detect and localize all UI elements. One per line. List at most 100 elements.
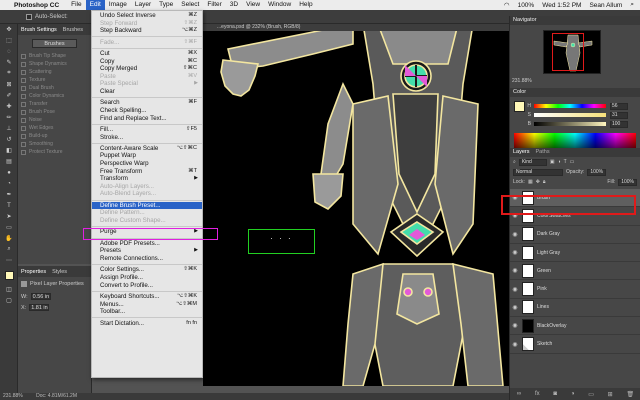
menu-item-stroke[interactable]: Stroke...	[92, 134, 202, 142]
slider-track[interactable]	[534, 122, 606, 126]
menu-item-free-transform[interactable]: Free Transform ⌘T	[92, 168, 202, 176]
slider-track[interactable]	[534, 104, 606, 108]
layer-thumbnail[interactable]	[522, 318, 534, 333]
add-mask-icon[interactable]: ◙	[553, 391, 557, 397]
menu-item-cut[interactable]: Cut ⌘X	[92, 50, 202, 58]
brush-option-smoothing[interactable]: Smoothing	[18, 140, 91, 148]
menu-item-transform[interactable]: Transform ▶	[92, 175, 202, 183]
edit-toolbar-icon[interactable]: ⋯	[0, 255, 18, 266]
tab-paths[interactable]: Paths	[536, 148, 550, 157]
brush-option-checkbox[interactable]	[21, 85, 26, 91]
visibility-eye-icon[interactable]: ◉	[510, 286, 520, 293]
app-menu[interactable]: Photoshop CC	[14, 2, 59, 9]
lasso-tool-icon[interactable]: ◌	[0, 46, 18, 57]
shape-tool-icon[interactable]: ▭	[0, 222, 18, 233]
tab-layers[interactable]: Layers	[513, 148, 530, 157]
brush-option-shape-dynamics[interactable]: Shape Dynamics	[18, 60, 91, 68]
visibility-eye-icon[interactable]: ◉	[510, 249, 520, 256]
brush-option-protect-texture[interactable]: Protect Texture	[18, 148, 91, 156]
menu-item-content-aware-scale[interactable]: Content-Aware Scale ⌥⇧⌘C	[92, 145, 202, 153]
layer-row-lines[interactable]: ◉ Lines	[510, 299, 640, 318]
menu-item-fade[interactable]: Fade... ⇧⌘F	[92, 39, 202, 47]
visibility-eye-icon[interactable]: ◉	[510, 304, 520, 311]
blur-tool-icon[interactable]: ●	[0, 167, 18, 178]
layer-thumbnail[interactable]	[522, 263, 534, 278]
slider-value-field[interactable]: 56	[610, 102, 628, 110]
layer-row-green[interactable]: ◉ Green	[510, 262, 640, 281]
brush-option-color-dynamics[interactable]: Color Dynamics	[18, 92, 91, 100]
brush-option-checkbox[interactable]	[21, 109, 26, 115]
layer-name[interactable]: Dark Gray	[537, 231, 560, 237]
menu-item-define-pattern[interactable]: Define Pattern...	[92, 209, 202, 217]
visibility-eye-icon[interactable]: ◉	[510, 231, 520, 238]
menu-layer[interactable]: Layer	[131, 0, 155, 10]
clone-stamp-tool-icon[interactable]: ⊥	[0, 123, 18, 134]
menu-edit[interactable]: Edit	[85, 0, 105, 10]
filter-pixel-icon[interactable]: ▣	[550, 159, 555, 165]
quick-select-tool-icon[interactable]: ✎	[0, 57, 18, 68]
width-field[interactable]: 0.56 in	[30, 293, 51, 300]
user-name[interactable]: Sean Allum	[589, 2, 622, 9]
menu-item-menus[interactable]: Menus... ⌥⇧⌘M	[92, 301, 202, 309]
menu-item-define-custom-shape[interactable]: Define Custom Shape...	[92, 217, 202, 225]
gradient-tool-icon[interactable]: ▤	[0, 156, 18, 167]
brush-option-brush-tip-shape[interactable]: Brush Tip Shape	[18, 52, 91, 60]
layer-row-sketch[interactable]: ◉ Sketch	[510, 335, 640, 354]
menu-file[interactable]: File	[67, 0, 85, 10]
layer-row-blackoverlay[interactable]: ◉ BlackOverlay	[510, 317, 640, 336]
x-field[interactable]: 1.81 in	[29, 304, 50, 311]
visibility-eye-icon[interactable]: ◉	[510, 341, 520, 348]
brush-option-scattering[interactable]: Scattering	[18, 68, 91, 76]
filter-kind-select[interactable]: Kind	[518, 158, 547, 166]
menu-filter[interactable]: Filter	[203, 0, 225, 10]
filter-type-icon[interactable]: T	[564, 159, 567, 165]
marquee-tool-icon[interactable]: ⬚	[0, 35, 18, 46]
healing-tool-icon[interactable]: ✚	[0, 101, 18, 112]
zoom-tool-icon[interactable]: ⌕	[0, 244, 18, 255]
brush-option-checkbox[interactable]	[21, 149, 26, 155]
layer-name[interactable]: Sketch	[537, 341, 552, 347]
layer-name[interactable]: BlackOverlay	[537, 323, 566, 329]
menu-item-define-brush-preset[interactable]: Define Brush Preset...	[92, 201, 202, 210]
layer-thumbnail[interactable]	[522, 300, 534, 315]
layer-thumbnail[interactable]	[522, 337, 534, 352]
layer-name[interactable]: Light Gray	[537, 250, 560, 256]
document-tab[interactable]: ...eyona.psd @ 232% (Brush, RGB/8)	[203, 24, 509, 31]
menu-image[interactable]: Image	[105, 0, 131, 10]
auto-select-checkbox[interactable]	[26, 13, 32, 20]
menu-item-remote-connections[interactable]: Remote Connections...	[92, 255, 202, 263]
menu-item-search[interactable]: Search ⌘F	[92, 99, 202, 107]
menu-item-auto-align-layers[interactable]: Auto-Align Layers...	[92, 183, 202, 191]
brush-option-noise[interactable]: Noise	[18, 116, 91, 124]
brush-option-brush-pose[interactable]: Brush Pose	[18, 108, 91, 116]
menu-item-undo-select-inverse[interactable]: Undo Select Inverse ⌘Z	[92, 12, 202, 20]
brush-option-build-up[interactable]: Build-up	[18, 132, 91, 140]
link-layers-icon[interactable]: ∞	[517, 391, 521, 397]
lock-position-icon[interactable]: ✥	[536, 179, 540, 185]
layer-thumbnail[interactable]	[522, 245, 534, 260]
menu-window[interactable]: Window	[264, 0, 295, 10]
brush-option-dual-brush[interactable]: Dual Brush	[18, 84, 91, 92]
menu-item-presets[interactable]: Presets ▶	[92, 247, 202, 255]
new-layer-icon[interactable]: ⊞	[608, 391, 613, 398]
wifi-icon[interactable]: ◠	[504, 1, 510, 9]
brush-option-checkbox[interactable]	[21, 69, 26, 75]
layer-thumbnail[interactable]	[522, 282, 534, 297]
filter-shape-icon[interactable]: ▭	[570, 159, 575, 165]
search-icon[interactable]: ⌕	[630, 1, 634, 9]
brushes-button[interactable]: Brushes	[32, 39, 77, 48]
tab-styles[interactable]: Styles	[52, 269, 67, 275]
menu-item-convert-to-profile[interactable]: Convert to Profile...	[92, 282, 202, 290]
frame-tool-icon[interactable]: ⊠	[0, 79, 18, 90]
brush-option-wet-edges[interactable]: Wet Edges	[18, 124, 91, 132]
brush-option-checkbox[interactable]	[21, 77, 26, 83]
brush-option-checkbox[interactable]	[21, 141, 26, 147]
color-title[interactable]: Color	[510, 88, 640, 97]
brush-option-texture[interactable]: Texture	[18, 76, 91, 84]
navigator-title[interactable]: Navigator	[510, 16, 640, 25]
menu-select[interactable]: Select	[177, 0, 203, 10]
menu-item-puppet-warp[interactable]: Puppet Warp	[92, 152, 202, 160]
menu-item-keyboard-shortcuts[interactable]: Keyboard Shortcuts... ⌥⇧⌘K	[92, 293, 202, 301]
brush-option-checkbox[interactable]	[21, 61, 26, 67]
tab-properties[interactable]: Properties	[21, 269, 46, 275]
